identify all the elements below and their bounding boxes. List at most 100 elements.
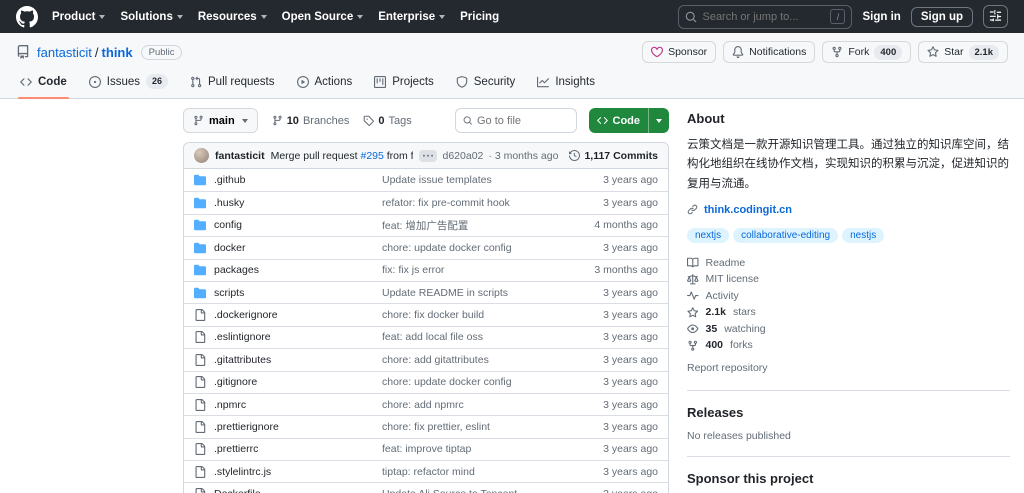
table-row[interactable]: .prettierignore chore: fix prettier, esli… — [184, 415, 668, 437]
commit-message-link[interactable]: Update README in scripts — [382, 287, 566, 299]
github-logo-icon[interactable] — [16, 6, 38, 28]
topic-nestjs[interactable]: nestjs — [842, 228, 884, 243]
code-download-button[interactable]: Code — [589, 108, 670, 133]
topnav-item-solutions[interactable]: Solutions — [120, 11, 182, 23]
go-to-file-input[interactable] — [477, 115, 569, 127]
file-name-link[interactable]: .stylelintrc.js — [214, 466, 271, 478]
tab-count-badge: 26 — [146, 74, 168, 89]
table-row[interactable]: configfeat: 增加广告配置4 months ago — [184, 214, 668, 236]
code-dropdown-caret[interactable] — [648, 108, 669, 133]
file-name-link[interactable]: .husky — [214, 197, 244, 209]
commit-message-link[interactable]: Update issue templates — [382, 174, 566, 186]
meta-item-stars[interactable]: 2.1kstars — [687, 306, 1010, 318]
commit-message-link[interactable]: feat: 增加广告配置 — [382, 218, 566, 233]
commit-message-link[interactable]: chore: add npmrc — [382, 399, 566, 411]
commit-message-link[interactable]: chore: update docker config — [382, 242, 566, 254]
file-name-link[interactable]: .dockerignore — [214, 309, 278, 321]
fork-button[interactable]: Fork 400 — [822, 41, 911, 63]
commit-author-link[interactable]: fantasticit — [215, 150, 265, 162]
file-name-link[interactable]: .gitattributes — [214, 354, 271, 366]
go-to-file-search[interactable] — [455, 108, 577, 133]
topnav-item-pricing[interactable]: Pricing — [460, 11, 499, 23]
tab-security[interactable]: Security — [448, 67, 524, 98]
pr-link[interactable]: #295 — [360, 150, 383, 162]
avatar[interactable] — [194, 148, 209, 163]
table-row[interactable]: .gitignorechore: update docker config3 y… — [184, 371, 668, 393]
meta-item-watching[interactable]: 35watching — [687, 323, 1010, 335]
commit-message-link[interactable]: fix: fix js error — [382, 264, 566, 276]
git-branch-icon — [193, 115, 204, 126]
table-row[interactable]: scriptsUpdate README in scripts3 years a… — [184, 281, 668, 303]
releases-heading[interactable]: Releases — [687, 405, 1010, 420]
file-name-link[interactable]: docker — [214, 242, 246, 254]
table-row[interactable]: DockerfileUpdate Ali Source to Tencent3 … — [184, 482, 668, 493]
tab-insights[interactable]: Insights — [529, 67, 603, 98]
table-row[interactable]: .githubUpdate issue templates3 years ago — [184, 169, 668, 191]
meta-item-forks[interactable]: 400forks — [687, 339, 1010, 351]
appearance-settings-button[interactable] — [983, 5, 1008, 28]
meta-item-mit-license[interactable]: MIT license — [687, 273, 1010, 285]
file-name-link[interactable]: .npmrc — [214, 399, 246, 411]
tab-code[interactable]: Code — [12, 67, 75, 98]
meta-item-readme[interactable]: Readme — [687, 257, 1010, 269]
file-name-link[interactable]: .gitignore — [214, 376, 257, 388]
file-name-link[interactable]: .prettierrc — [214, 443, 258, 455]
commit-history-link[interactable]: 1,117 Commits — [569, 150, 658, 162]
sponsor-button[interactable]: Sponsor — [642, 41, 716, 63]
table-row[interactable]: .prettierrcfeat: improve tiptap3 years a… — [184, 438, 668, 460]
commit-message-link[interactable]: Update Ali Source to Tencent — [382, 488, 566, 493]
branches-link[interactable]: 10Branches — [272, 115, 350, 127]
commit-message[interactable]: Merge pull request #295 from fantasticit… — [271, 150, 413, 162]
global-search[interactable]: / — [678, 5, 852, 29]
tab-projects[interactable]: Projects — [366, 67, 442, 98]
repo-name-link[interactable]: think — [102, 45, 133, 60]
commit-message-link[interactable]: chore: fix docker build — [382, 309, 566, 321]
tags-link[interactable]: 0Tags — [363, 115, 411, 127]
sliders-icon — [989, 10, 1002, 23]
notifications-button[interactable]: Notifications — [723, 41, 815, 63]
eye-icon — [687, 323, 699, 335]
table-row[interactable]: .eslintignorefeat: add local file oss3 y… — [184, 326, 668, 348]
sign-in-link[interactable]: Sign in — [862, 11, 900, 23]
search-input[interactable] — [702, 11, 825, 23]
sign-up-button[interactable]: Sign up — [911, 7, 973, 27]
file-name-link[interactable]: Dockerfile — [214, 488, 261, 493]
meta-item-activity[interactable]: Activity — [687, 290, 1010, 302]
topnav-item-enterprise[interactable]: Enterprise — [378, 11, 445, 23]
commit-message-link[interactable]: feat: add local file oss — [382, 331, 566, 343]
file-name-link[interactable]: .prettierignore — [214, 421, 279, 433]
commit-message-link[interactable]: refator: fix pre-commit hook — [382, 197, 566, 209]
table-row[interactable]: .npmrcchore: add npmrc3 years ago — [184, 393, 668, 415]
topnav-item-resources[interactable]: Resources — [198, 11, 267, 23]
website-link[interactable]: think.codingit.cn — [704, 204, 792, 216]
commit-message-link[interactable]: chore: fix prettier, eslint — [382, 421, 566, 433]
file-name-link[interactable]: .eslintignore — [214, 331, 271, 343]
table-row[interactable]: .gitattributeschore: add gitattributes3 … — [184, 348, 668, 370]
table-row[interactable]: .stylelintrc.jstiptap: refactor mind3 ye… — [184, 460, 668, 482]
topic-nextjs[interactable]: nextjs — [687, 228, 729, 243]
table-row[interactable]: .dockerignorechore: fix docker build3 ye… — [184, 303, 668, 325]
tab-issues[interactable]: Issues26 — [81, 67, 176, 98]
commit-message-link[interactable]: chore: update docker config — [382, 376, 566, 388]
report-repository-link[interactable]: Report repository — [687, 362, 768, 374]
table-row[interactable]: dockerchore: update docker config3 years… — [184, 236, 668, 258]
file-name-link[interactable]: config — [214, 219, 242, 231]
star-button[interactable]: Star 2.1k — [918, 41, 1008, 63]
repo-owner-link[interactable]: fantasticit — [37, 45, 92, 60]
commit-description-toggle[interactable] — [419, 150, 437, 162]
topic-collaborative-editing[interactable]: collaborative-editing — [733, 228, 838, 243]
commit-message-link[interactable]: feat: improve tiptap — [382, 443, 566, 455]
file-name-link[interactable]: .github — [214, 174, 246, 186]
topnav-item-product[interactable]: Product — [52, 11, 105, 23]
tab-pull-requests[interactable]: Pull requests — [182, 67, 282, 98]
table-row[interactable]: packagesfix: fix js error3 months ago — [184, 259, 668, 281]
commit-message-link[interactable]: chore: add gitattributes — [382, 354, 566, 366]
file-name-link[interactable]: packages — [214, 264, 259, 276]
tab-actions[interactable]: Actions — [289, 67, 361, 98]
branch-selector[interactable]: main — [183, 108, 258, 133]
table-row[interactable]: .huskyrefator: fix pre-commit hook3 year… — [184, 191, 668, 213]
file-name-link[interactable]: scripts — [214, 287, 244, 299]
commit-hash-link[interactable]: d620a02 — [443, 150, 484, 162]
commit-message-link[interactable]: tiptap: refactor mind — [382, 466, 566, 478]
topnav-item-open-source[interactable]: Open Source — [282, 11, 364, 23]
